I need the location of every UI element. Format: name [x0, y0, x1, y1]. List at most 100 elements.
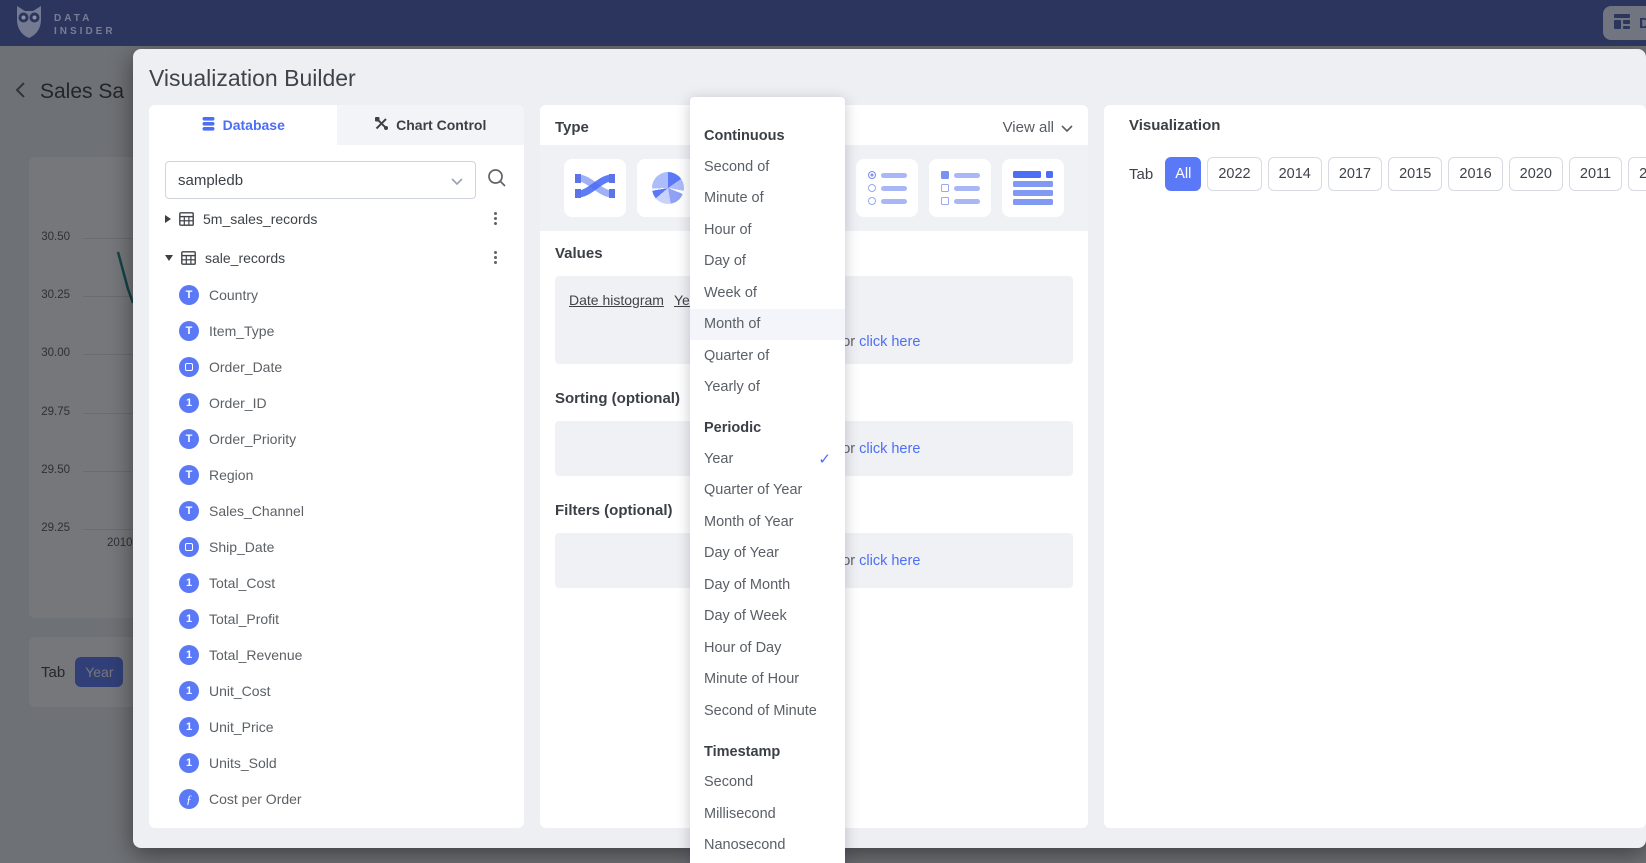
dropdown-item-label: Minute of Hour [704, 671, 799, 687]
dropdown-item[interactable]: Month of [690, 309, 845, 341]
click-here-link[interactable]: click here [859, 553, 920, 569]
dropdown-group-header: Continuous [690, 121, 845, 151]
brand-logo: DATA INSIDER [12, 4, 116, 45]
field-item[interactable]: TItem_Type [149, 313, 524, 349]
kebab-menu-icon[interactable] [488, 211, 502, 227]
dropdown-item[interactable]: Second of [690, 151, 845, 183]
field-item[interactable]: 1Unit_Cost [149, 673, 524, 709]
dropdown-group-header: Timestamp [690, 737, 845, 767]
viz-year-tab[interactable]: 2015 [1388, 157, 1442, 191]
dropdown-item-label: Month of [704, 316, 760, 332]
field-name: Country [209, 287, 258, 303]
date-field-icon [179, 537, 199, 557]
left-panel-tabs: Database Chart Control [149, 105, 524, 145]
viz-year-tab[interactable]: 2022 [1207, 157, 1261, 191]
dropdown-item[interactable]: Minute of Hour [690, 664, 845, 696]
dropdown-item[interactable]: Month of Year [690, 506, 845, 538]
dropdown-item[interactable]: Nanosecond [690, 830, 845, 862]
dropdown-item-label: Second of Minute [704, 703, 817, 719]
date-interval-dropdown: ContinuousSecond ofMinute ofHour of Day o… [690, 97, 845, 863]
dropdown-item[interactable]: Day of [690, 246, 845, 278]
field-name: Order_Priority [209, 431, 296, 447]
dashboards-button[interactable]: Dashboards [1603, 6, 1646, 40]
field-item[interactable]: 1Total_Revenue [149, 637, 524, 673]
field-item[interactable]: 1Unit_Price [149, 709, 524, 745]
values-chips: Date histogram Year [569, 292, 702, 308]
number-field-icon: 1 [179, 717, 199, 737]
dropdown-item[interactable]: Day of Month [690, 569, 845, 601]
number-field-icon: 1 [179, 393, 199, 413]
click-here-link[interactable]: click here [859, 441, 920, 457]
dropdown-item[interactable]: Hour of [690, 214, 845, 246]
viz-tab-label: Tab [1129, 166, 1153, 183]
field-item[interactable]: TRegion [149, 457, 524, 493]
table-icon [179, 212, 194, 226]
formula-field-icon: ƒ [179, 789, 199, 809]
viz-year-tab[interactable]: 2014 [1268, 157, 1322, 191]
dropdown-item[interactable]: Second [690, 767, 845, 799]
tab-chart-control[interactable]: Chart Control [337, 105, 525, 145]
chart-type-sankey[interactable] [564, 159, 626, 217]
number-field-icon: 1 [179, 753, 199, 773]
chart-type-single-select-list[interactable] [856, 159, 918, 217]
top-navigation-bar: DATA INSIDER Dashboards [0, 0, 1646, 46]
viz-year-tab[interactable]: 2016 [1448, 157, 1502, 191]
field-name: Ship_Date [209, 539, 274, 555]
search-icon[interactable] [486, 167, 508, 194]
field-item[interactable]: 1 Order_ID [149, 385, 524, 421]
dropdown-item[interactable]: Yearly of [690, 372, 845, 404]
field-item[interactable]: TCountry [149, 277, 524, 313]
field-item[interactable]: Ship_Date [149, 529, 524, 565]
dropdown-item-label: Quarter of [704, 348, 769, 364]
dropdown-item[interactable]: Day of Week [690, 601, 845, 633]
view-all-button[interactable]: View all [1003, 119, 1073, 136]
visualization-builder-modal: Visualization Builder Database [133, 49, 1646, 848]
number-field-icon: 1 [179, 573, 199, 593]
dropdown-item-label: Week of [704, 285, 757, 301]
type-section-label: Type [555, 119, 589, 136]
field-item[interactable]: ƒ Cost per Order [149, 781, 524, 817]
field-name: Order_ID [209, 395, 267, 411]
field-name: Cost per Order [209, 791, 302, 807]
tab-database[interactable]: Database [149, 105, 337, 145]
visualization-title: Visualization [1129, 117, 1220, 134]
click-here-link[interactable]: click here [859, 334, 920, 350]
caret-collapsed-icon[interactable] [165, 215, 171, 223]
datasource-select[interactable]: sampledb [165, 161, 476, 199]
viz-year-tab[interactable]: 2011 [1569, 157, 1622, 191]
table-row[interactable]: sale_records [149, 238, 524, 277]
viz-year-tab[interactable]: 2019 [1628, 157, 1646, 191]
dropdown-item[interactable]: Millisecond [690, 798, 845, 830]
dropdown-item[interactable]: Week of [690, 277, 845, 309]
dropdown-item[interactable]: Hour of Day [690, 632, 845, 664]
field-item[interactable]: 1Total_Profit [149, 601, 524, 637]
dropdown-item[interactable]: Quarter of [690, 340, 845, 372]
chevron-down-icon [451, 172, 463, 189]
field-item[interactable]: 1Units_Sold [149, 745, 524, 781]
dropdown-item[interactable]: Minute of [690, 183, 845, 215]
dropdown-item-label: Hour of Day [704, 640, 781, 656]
viz-year-tab[interactable]: All [1165, 157, 1201, 191]
caret-expanded-icon[interactable] [165, 255, 173, 261]
dropdown-item[interactable]: Quarter of Year [690, 475, 845, 507]
dropdown-item-label: Day of [704, 253, 746, 269]
dropdown-item[interactable]: Year✓ [690, 443, 845, 475]
field-item[interactable]: Order_Date [149, 349, 524, 385]
dropdown-item[interactable]: Day of Year [690, 538, 845, 570]
table-row[interactable]: 5m_sales_records [149, 199, 524, 238]
field-item[interactable]: TSales_Channel [149, 493, 524, 529]
dropdown-item[interactable]: Second of Minute [690, 695, 845, 727]
chart-type-table[interactable] [1002, 159, 1064, 217]
modal-title: Visualization Builder [149, 65, 356, 92]
viz-year-tab[interactable]: 2017 [1328, 157, 1382, 191]
text-field-icon: T [179, 465, 199, 485]
chart-type-multi-select-list[interactable] [929, 159, 991, 217]
chevron-down-icon [1061, 119, 1073, 136]
field-item[interactable]: TOrder_Priority [149, 421, 524, 457]
database-panel: Database Chart Control [149, 105, 524, 828]
checkbox-list-icon [941, 171, 980, 205]
kebab-menu-icon[interactable] [488, 250, 502, 266]
date-histogram-chip[interactable]: Date histogram [569, 292, 664, 308]
viz-year-tab[interactable]: 2020 [1509, 157, 1563, 191]
field-item[interactable]: 1Total_Cost [149, 565, 524, 601]
